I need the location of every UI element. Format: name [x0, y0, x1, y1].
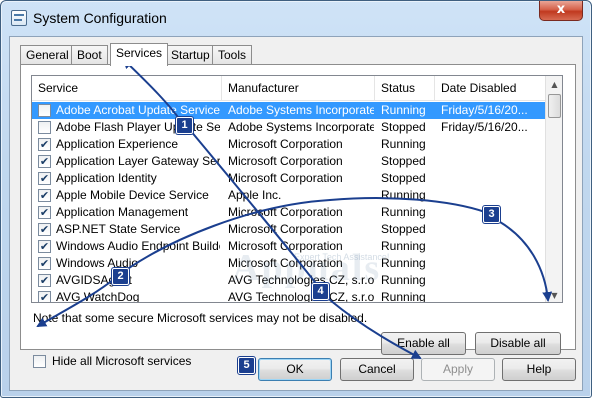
- column-header-service[interactable]: Service: [32, 76, 222, 101]
- callout-badge-4: 4: [312, 283, 329, 300]
- scroll-up-arrow-icon[interactable]: ▲: [547, 76, 562, 93]
- hide-microsoft-services-label: Hide all Microsoft services: [52, 354, 192, 368]
- system-configuration-window: System Configuration x General Boot Serv…: [0, 0, 592, 398]
- service-name-cell: Windows Audio: [56, 256, 139, 270]
- service-name-cell: AVGIDSAgent: [56, 273, 132, 287]
- service-enabled-checkbox[interactable]: ✔: [38, 223, 51, 236]
- manufacturer-cell: Microsoft Corporation: [228, 171, 343, 185]
- hide-microsoft-services-checkbox[interactable]: [33, 355, 46, 368]
- apply-button[interactable]: Apply: [421, 358, 495, 381]
- service-name-cell: Adobe Flash Player Update Service: [56, 120, 220, 134]
- table-row[interactable]: ✔ Application Experience Microsoft Corpora…: [32, 136, 546, 153]
- help-button[interactable]: Help: [502, 358, 576, 381]
- date-disabled-cell: Friday/5/16/20...: [441, 103, 528, 117]
- status-cell: Stopped: [381, 171, 426, 185]
- enable-all-button[interactable]: Enable all: [381, 332, 466, 355]
- column-header-status[interactable]: Status: [375, 76, 435, 101]
- scroll-down-arrow-icon[interactable]: ▼: [547, 287, 562, 302]
- service-name-cell: Application Identity: [56, 171, 157, 185]
- service-name-cell: Application Management: [56, 205, 189, 219]
- table-row[interactable]: ✔ Application Identity Microsoft Corporati…: [32, 170, 546, 187]
- ok-button[interactable]: OK: [258, 358, 332, 381]
- manufacturer-cell: Microsoft Corporation: [228, 205, 343, 219]
- title-bar[interactable]: System Configuration x: [1, 1, 591, 35]
- callout-badge-1: 1: [176, 117, 193, 134]
- service-name-cell: Adobe Acrobat Update Service: [56, 103, 220, 117]
- date-disabled-cell: Friday/5/16/20...: [441, 120, 528, 134]
- tab-boot[interactable]: Boot: [71, 45, 108, 65]
- service-enabled-checkbox[interactable]: ✔: [38, 291, 51, 302]
- msconfig-app-icon: [11, 10, 27, 26]
- column-header-date-disabled[interactable]: Date Disabled: [435, 76, 546, 101]
- manufacturer-cell: Adobe Systems Incorporated: [228, 103, 374, 117]
- window-title: System Configuration: [33, 10, 167, 26]
- appuals-watermark-tagline: Expert Tech Assistance!: [294, 252, 390, 262]
- status-cell: Running: [381, 137, 426, 151]
- service-enabled-checkbox[interactable]: ✔: [38, 240, 51, 253]
- table-row[interactable]: ✔ Apple Mobile Device Service Apple Inc. Ru…: [32, 187, 546, 204]
- callout-badge-3: 3: [483, 206, 500, 223]
- secure-services-note: Note that some secure Microsoft services…: [33, 311, 368, 325]
- service-name-cell: ASP.NET State Service: [56, 222, 181, 236]
- service-name-cell: Windows Audio Endpoint Builder: [56, 239, 220, 253]
- table-row[interactable]: Adobe Acrobat Update Service Adobe System…: [32, 102, 546, 119]
- tab-tools[interactable]: Tools: [212, 45, 253, 65]
- list-header: Service Manufacturer Status Date Disable…: [32, 76, 546, 101]
- table-row[interactable]: ✔ Application Layer Gateway Service Micros…: [32, 153, 546, 170]
- table-row[interactable]: ✔ AVG WatchDog AVG Technologies CZ, s.r.o.…: [32, 289, 546, 303]
- service-enabled-checkbox[interactable]: ✔: [38, 274, 51, 287]
- close-button[interactable]: x: [539, 1, 583, 21]
- service-name-cell: Application Experience: [56, 137, 179, 151]
- tab-startup[interactable]: Startup: [165, 45, 216, 65]
- status-cell: Running: [381, 188, 426, 202]
- status-cell: Running: [381, 103, 426, 117]
- disable-all-button[interactable]: Disable all: [475, 332, 561, 355]
- service-name-cell: Apple Mobile Device Service: [56, 188, 209, 202]
- service-enabled-checkbox[interactable]: ✔: [38, 189, 51, 202]
- service-enabled-checkbox[interactable]: [38, 104, 51, 117]
- services-list[interactable]: Service Manufacturer Status Date Disable…: [31, 75, 563, 303]
- manufacturer-cell: Microsoft Corporation: [228, 154, 343, 168]
- tab-general[interactable]: General: [20, 45, 75, 65]
- service-enabled-checkbox[interactable]: ✔: [38, 172, 51, 185]
- service-enabled-checkbox[interactable]: ✔: [38, 138, 51, 151]
- cancel-button[interactable]: Cancel: [340, 358, 414, 381]
- table-row[interactable]: ✔ ASP.NET State Service Microsoft Corporat…: [32, 221, 546, 238]
- manufacturer-cell: Microsoft Corporation: [228, 137, 343, 151]
- manufacturer-cell: Microsoft Corporation: [228, 222, 343, 236]
- service-enabled-checkbox[interactable]: [38, 121, 51, 134]
- manufacturer-cell: Apple Inc.: [228, 188, 282, 202]
- service-enabled-checkbox[interactable]: ✔: [38, 206, 51, 219]
- service-name-cell: Application Layer Gateway Service: [56, 154, 220, 168]
- callout-badge-2: 2: [112, 268, 129, 285]
- service-enabled-checkbox[interactable]: ✔: [38, 155, 51, 168]
- column-header-manufacturer[interactable]: Manufacturer: [222, 76, 375, 101]
- table-row[interactable]: ✔ Application Management Microsoft Corpora…: [32, 204, 546, 221]
- tab-services[interactable]: Services: [110, 43, 169, 66]
- vertical-scrollbar[interactable]: ▲ ▼: [545, 76, 562, 302]
- status-cell: Running: [381, 290, 426, 303]
- status-cell: Stopped: [381, 120, 426, 134]
- status-cell: Stopped: [381, 154, 426, 168]
- status-cell: Running: [381, 273, 426, 287]
- status-cell: Running: [381, 205, 426, 219]
- manufacturer-cell: AVG Technologies CZ, s.r.o.: [228, 290, 374, 303]
- service-name-cell: AVG WatchDog: [56, 290, 140, 303]
- callout-badge-5: 5: [238, 357, 255, 374]
- service-enabled-checkbox[interactable]: ✔: [38, 257, 51, 270]
- table-row[interactable]: Adobe Flash Player Update Service Adobe S…: [32, 119, 546, 136]
- scrollbar-thumb[interactable]: [548, 94, 561, 118]
- status-cell: Stopped: [381, 222, 426, 236]
- manufacturer-cell: Adobe Systems Incorporated: [228, 120, 374, 134]
